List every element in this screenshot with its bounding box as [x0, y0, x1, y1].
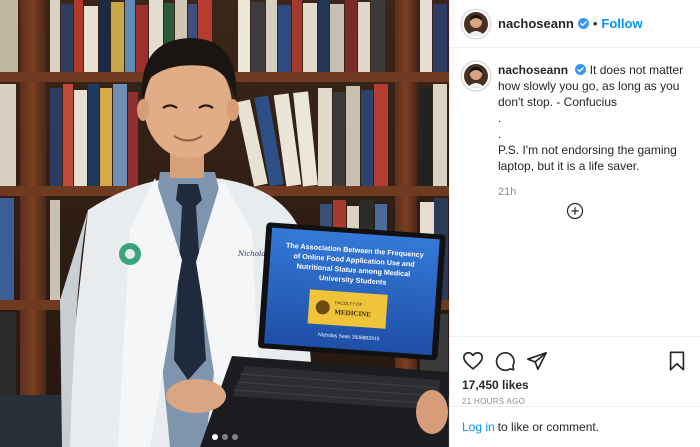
carousel-indicator	[0, 434, 449, 440]
action-icons	[462, 345, 688, 377]
header-separator: •	[592, 16, 598, 31]
caption-body: nachoseann It does not matter how slowly…	[498, 62, 683, 200]
post-header: nachoseann • Follow	[450, 0, 700, 48]
caption-username[interactable]: nachoseann	[498, 63, 568, 77]
post-photo[interactable]: Nicholas Sean The Association Between th…	[0, 0, 449, 447]
caption-text-line: how slowly you go, as long as you	[498, 79, 680, 93]
instagram-post: Nicholas Sean The Association Between th…	[0, 0, 700, 447]
share-icon[interactable]	[526, 350, 548, 372]
post-timestamp[interactable]: 21 HOURS AGO	[462, 397, 688, 406]
carousel-dot	[211, 434, 218, 440]
header-username[interactable]: nachoseann	[498, 16, 574, 31]
bookmark-icon[interactable]	[666, 350, 688, 372]
avatar-image	[464, 64, 488, 88]
comment-icon[interactable]	[494, 350, 516, 372]
post-side-panel: nachoseann • Follow nachoseann It does n…	[449, 0, 700, 447]
caption-text-line: It does not matter	[589, 63, 684, 77]
comments-area: nachoseann It does not matter how slowly…	[462, 62, 688, 200]
post-actions: 17,450 likes 21 HOURS AGO	[450, 336, 700, 406]
caption-avatar[interactable]	[462, 62, 490, 90]
caption-text-line: don't stop. - Confucius	[498, 95, 618, 109]
verified-badge-icon	[577, 18, 589, 29]
login-link[interactable]: Log in	[462, 420, 495, 434]
carousel-dot	[231, 434, 238, 440]
heart-icon[interactable]	[462, 350, 484, 372]
likes-count[interactable]: 17,450 likes	[462, 378, 688, 392]
login-prompt-text: to like or comment.	[497, 420, 600, 434]
login-prompt: Log in to like or comment.	[450, 406, 700, 447]
caption: nachoseann It does not matter how slowly…	[462, 62, 688, 200]
follow-button[interactable]: Follow	[601, 16, 642, 31]
load-more-comments	[450, 202, 700, 220]
carousel-dot	[221, 434, 228, 440]
avatar[interactable]	[462, 9, 490, 38]
add-comment-icon[interactable]	[566, 202, 584, 220]
caption-text-line: .	[498, 111, 502, 125]
caption-text-line: .	[498, 127, 502, 141]
avatar-image	[464, 11, 488, 36]
photo-illustration: Nicholas Sean The Association Between th…	[0, 0, 449, 447]
verified-badge-icon	[575, 64, 587, 75]
caption-time[interactable]: 21h	[498, 184, 683, 200]
caption-text-line: laptop, but it is a life saver.	[498, 159, 640, 173]
caption-text-line: P.S. I'm not endorsing the gaming	[498, 143, 677, 157]
